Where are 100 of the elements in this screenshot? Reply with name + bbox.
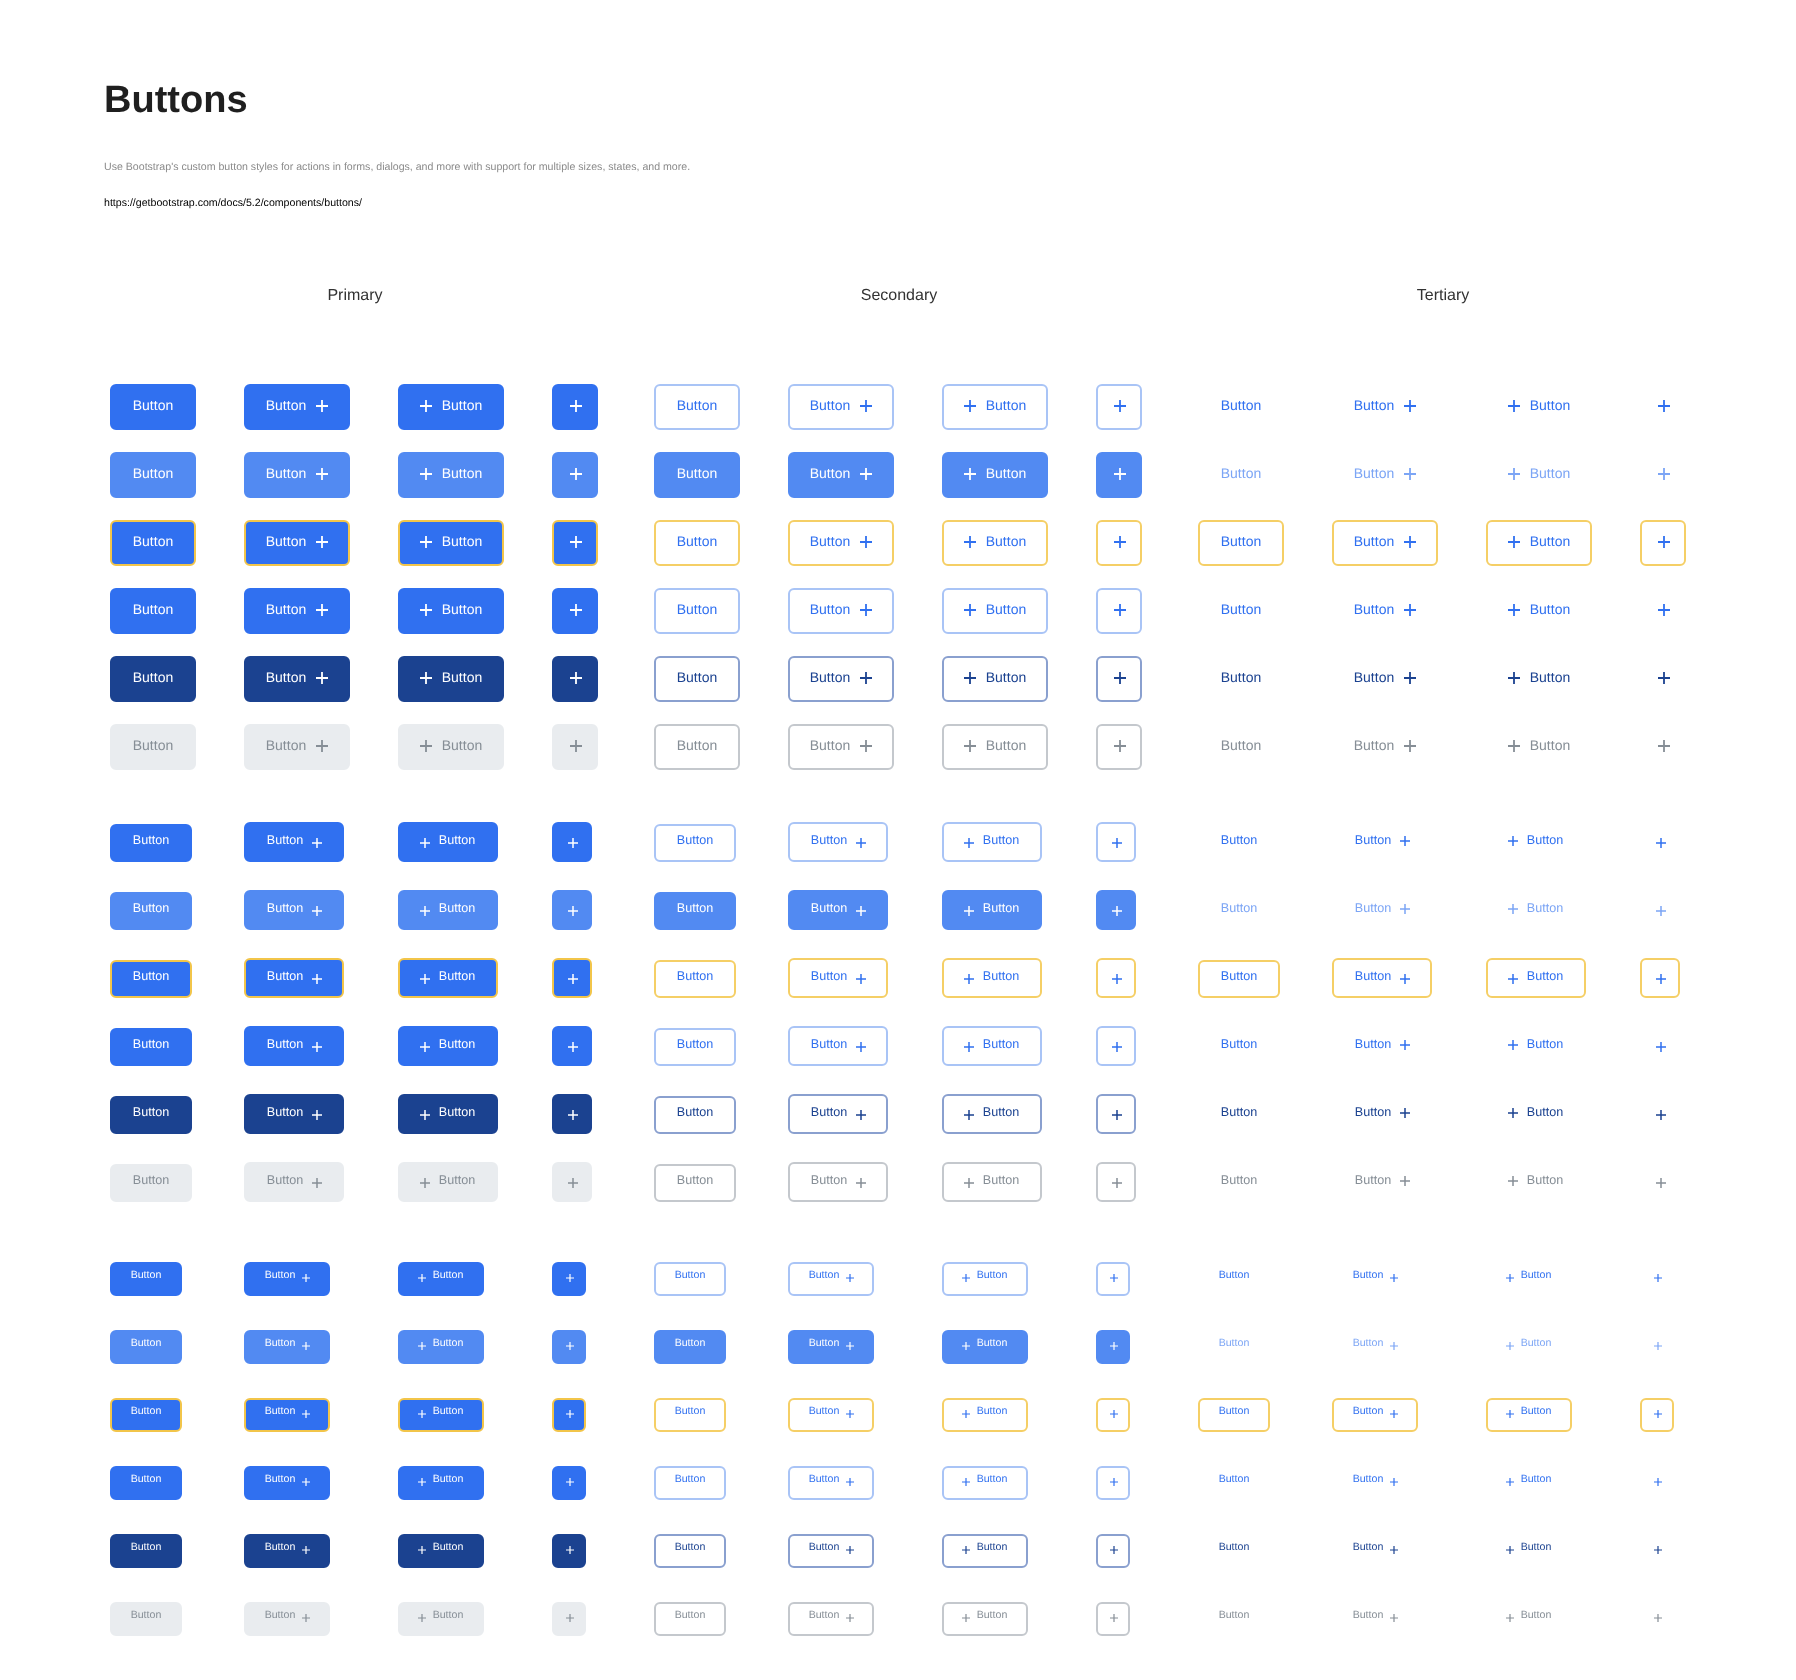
plus-icon bbox=[1109, 1410, 1117, 1418]
plus-icon bbox=[1399, 973, 1410, 983]
plus-icon bbox=[565, 1614, 573, 1622]
plus-icon bbox=[569, 468, 581, 480]
icon-button[interactable] bbox=[1657, 604, 1669, 616]
plus-icon bbox=[1655, 1041, 1665, 1051]
plus-icon bbox=[860, 672, 873, 684]
plus-icon bbox=[419, 468, 432, 480]
plus-icon bbox=[964, 1041, 975, 1051]
plus-icon bbox=[1507, 604, 1520, 616]
plus-icon bbox=[565, 1274, 573, 1282]
plus-icon bbox=[311, 1109, 322, 1119]
plus-icon bbox=[1389, 1410, 1398, 1418]
icon-button[interactable] bbox=[552, 1465, 586, 1499]
plus-icon bbox=[301, 1274, 310, 1282]
plus-icon bbox=[567, 1041, 577, 1051]
plus-icon bbox=[1507, 468, 1520, 480]
icon-button[interactable] bbox=[1096, 655, 1142, 701]
plus-icon bbox=[964, 905, 975, 915]
plus-icon bbox=[1657, 468, 1669, 480]
plus-icon bbox=[1404, 740, 1417, 752]
plus-icon bbox=[420, 1177, 431, 1187]
plus-icon bbox=[963, 740, 976, 752]
plus-icon bbox=[565, 1546, 573, 1554]
plus-icon bbox=[1653, 1546, 1661, 1554]
icon-button[interactable] bbox=[552, 1094, 592, 1134]
plus-icon bbox=[418, 1546, 427, 1554]
icon-button[interactable] bbox=[552, 1261, 586, 1295]
plus-icon bbox=[567, 1109, 577, 1119]
plus-icon bbox=[1404, 400, 1417, 412]
plus-icon bbox=[1111, 837, 1121, 847]
plus-icon bbox=[1113, 400, 1125, 412]
plus-icon bbox=[860, 400, 873, 412]
plus-icon bbox=[311, 1177, 322, 1187]
plus-icon bbox=[419, 536, 432, 548]
plus-icon bbox=[316, 468, 329, 480]
plus-icon bbox=[316, 672, 329, 684]
plus-icon bbox=[419, 672, 432, 684]
plus-icon bbox=[964, 837, 975, 847]
plus-icon bbox=[962, 1478, 971, 1486]
plus-icon bbox=[1508, 973, 1519, 983]
plus-icon bbox=[418, 1478, 427, 1486]
plus-icon bbox=[418, 1614, 427, 1622]
plus-icon bbox=[963, 400, 976, 412]
plus-icon bbox=[569, 740, 581, 752]
plus-icon bbox=[316, 536, 329, 548]
plus-icon bbox=[1655, 973, 1665, 983]
plus-icon bbox=[1508, 1040, 1519, 1051]
plus-icon bbox=[1506, 1477, 1515, 1486]
plus-icon bbox=[1655, 837, 1665, 847]
plus-icon bbox=[567, 973, 577, 983]
plus-icon bbox=[845, 1546, 854, 1554]
icon-button[interactable] bbox=[1657, 400, 1669, 412]
icon-button[interactable] bbox=[1655, 1109, 1665, 1119]
plus-icon bbox=[1111, 1041, 1121, 1051]
plus-icon bbox=[860, 604, 873, 616]
plus-icon bbox=[569, 400, 581, 412]
plus-icon bbox=[1655, 1177, 1665, 1187]
icon-button[interactable] bbox=[1653, 1546, 1661, 1554]
plus-icon bbox=[1404, 536, 1417, 548]
plus-icon bbox=[1109, 1546, 1117, 1554]
plus-icon bbox=[1404, 468, 1417, 480]
icon-button[interactable] bbox=[1655, 1041, 1665, 1051]
plus-icon bbox=[1508, 1176, 1519, 1187]
plus-icon bbox=[1404, 604, 1417, 616]
plus-icon bbox=[1113, 740, 1125, 752]
plus-icon bbox=[962, 1546, 971, 1554]
plus-icon bbox=[301, 1546, 310, 1554]
icon-button[interactable] bbox=[1655, 837, 1665, 847]
plus-icon bbox=[1507, 672, 1520, 684]
plus-icon bbox=[1657, 400, 1669, 412]
plus-icon bbox=[418, 1274, 427, 1282]
icon-button[interactable] bbox=[1096, 1094, 1136, 1134]
plus-icon bbox=[1109, 1614, 1117, 1622]
plus-icon bbox=[311, 837, 322, 847]
plus-icon bbox=[963, 672, 976, 684]
plus-icon bbox=[962, 1342, 971, 1350]
plus-icon bbox=[1506, 1545, 1515, 1554]
plus-icon bbox=[1389, 1477, 1398, 1486]
plus-icon bbox=[1399, 1040, 1410, 1051]
icon-button[interactable] bbox=[552, 383, 598, 429]
plus-icon bbox=[1404, 672, 1417, 684]
icon-button[interactable] bbox=[552, 1533, 586, 1567]
plus-icon bbox=[565, 1410, 573, 1418]
plus-icon bbox=[1399, 904, 1410, 915]
plus-icon bbox=[1507, 400, 1520, 412]
plus-icon bbox=[420, 905, 431, 915]
icon-button[interactable] bbox=[552, 587, 598, 633]
plus-icon bbox=[964, 973, 975, 983]
plus-icon bbox=[1506, 1410, 1515, 1418]
icon-button[interactable] bbox=[552, 655, 598, 701]
plus-icon bbox=[301, 1410, 310, 1418]
plus-icon bbox=[1111, 973, 1121, 983]
icon-button[interactable] bbox=[1657, 672, 1669, 684]
plus-icon bbox=[1113, 536, 1125, 548]
plus-icon bbox=[311, 973, 322, 983]
plus-icon bbox=[964, 1177, 975, 1187]
plus-icon bbox=[860, 740, 873, 752]
plus-icon bbox=[1389, 1613, 1398, 1622]
plus-icon bbox=[855, 1177, 866, 1187]
